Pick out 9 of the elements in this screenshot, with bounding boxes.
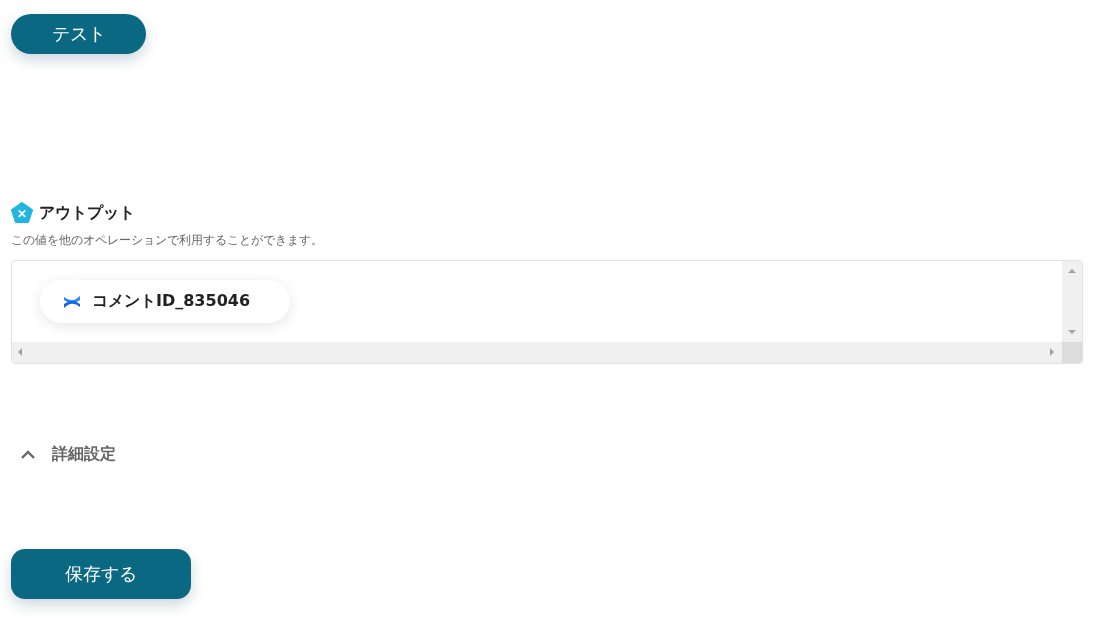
horizontal-scrollbar[interactable] xyxy=(12,342,1062,363)
section-description: この値を他のオペレーションで利用することができます。 xyxy=(11,232,323,249)
save-button[interactable]: 保存する xyxy=(11,549,191,599)
section-title: アウトプット xyxy=(39,202,135,224)
vertical-scrollbar[interactable] xyxy=(1062,261,1082,342)
output-chip[interactable]: コメントID_835046 xyxy=(40,280,291,323)
variable-icon xyxy=(11,202,33,224)
test-button[interactable]: テスト xyxy=(11,14,146,54)
advanced-settings-toggle[interactable]: 詳細設定 xyxy=(20,444,116,465)
